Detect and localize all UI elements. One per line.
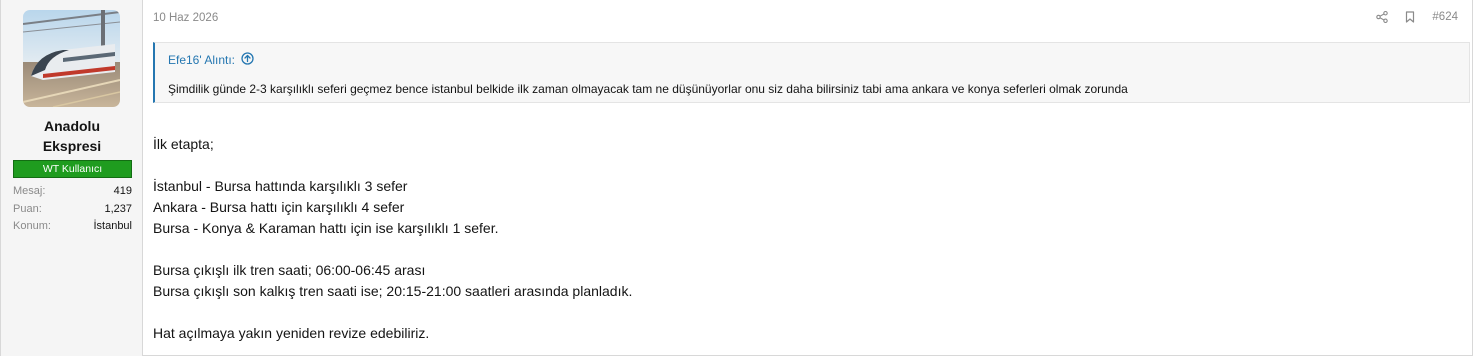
- post-content: İlk etapta; İstanbul - Bursa hattında ka…: [153, 134, 632, 344]
- stat-row-points: Puan: 1,237: [13, 201, 132, 219]
- post-line: Hat açılmaya yakın yeniden revize edebil…: [153, 325, 430, 341]
- user-panel: Anadolu Ekspresi WT Kullanıcı Mesaj: 419…: [1, 0, 143, 356]
- quote-author[interactable]: Efe16' Alıntı:: [168, 53, 235, 67]
- forum-post: Anadolu Ekspresi WT Kullanıcı Mesaj: 419…: [0, 0, 1473, 356]
- stat-label: Mesaj:: [13, 185, 46, 197]
- post-line: Bursa çıkışlı son kalkış tren saati ise;…: [153, 283, 633, 299]
- stat-value[interactable]: 1,237: [104, 201, 132, 219]
- quote-block: Efe16' Alıntı: Şimdilik günde 2-3 karşıl…: [153, 42, 1470, 103]
- post-number[interactable]: #624: [1432, 11, 1458, 23]
- stat-row-messages: Mesaj: 419: [13, 183, 132, 201]
- username[interactable]: Anadolu Ekspresi: [1, 116, 143, 156]
- post-main: 10 Haz 2026 #624 Efe16' Alıntı: Şimdilik…: [143, 0, 1473, 356]
- stat-label: Puan:: [13, 202, 42, 215]
- bookmark-icon[interactable]: [1405, 11, 1415, 23]
- share-icon[interactable]: [1376, 11, 1389, 23]
- quote-text: Şimdilik günde 2-3 karşılıklı seferi geç…: [168, 82, 1128, 96]
- post-line: İlk etapta;: [153, 136, 214, 152]
- post-line: Ankara - Bursa hattı için karşılıklı 4 s…: [153, 199, 405, 215]
- stat-value: İstanbul: [93, 220, 132, 232]
- user-stats: Mesaj: 419 Puan: 1,237 Konum: İstanbul: [13, 183, 132, 236]
- post-line: Bursa çıkışlı ilk tren saati; 06:00-06:4…: [153, 262, 426, 278]
- stat-label: Konum:: [13, 220, 51, 232]
- post-actions: #624: [1376, 11, 1458, 23]
- user-avatar[interactable]: [23, 10, 120, 107]
- stat-value[interactable]: 419: [114, 183, 132, 201]
- post-line: İstanbul - Bursa hattında karşılıklı 3 s…: [153, 178, 408, 194]
- stat-row-location: Konum: İstanbul: [13, 218, 132, 236]
- quote-header[interactable]: Efe16' Alıntı:: [168, 52, 254, 68]
- post-line: Bursa - Konya & Karaman hattı için ise k…: [153, 220, 499, 236]
- user-title-badge: WT Kullanıcı: [13, 160, 132, 178]
- post-date[interactable]: 10 Haz 2026: [153, 12, 218, 24]
- arrow-up-circle-icon[interactable]: [241, 52, 254, 68]
